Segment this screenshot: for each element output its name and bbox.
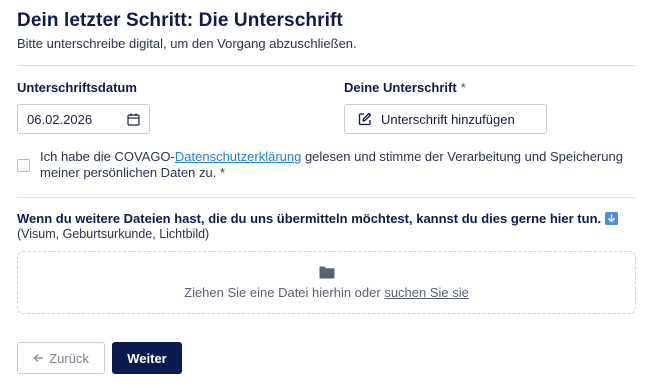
consent-text: Ich habe die COVAGO-Datenschutzerklärung… <box>40 149 642 181</box>
page-subtitle: Bitte unterschreibe digital, um den Vorg… <box>17 36 357 51</box>
folder-icon <box>319 266 335 279</box>
upload-heading: Wenn du weitere Dateien hast, die du uns… <box>17 211 619 226</box>
add-signature-button[interactable]: Unterschrift hinzufügen <box>344 104 547 134</box>
dropzone-instruction: Ziehen Sie eine Datei hierhin oder <box>184 284 385 300</box>
browse-files-link[interactable]: suchen Sie sie <box>384 285 469 300</box>
add-signature-label: Unterschrift hinzufügen <box>381 111 515 127</box>
signature-label-text: Deine Unterschrift <box>344 80 457 95</box>
required-star: * <box>460 80 466 95</box>
edit-icon <box>358 112 372 126</box>
arrow-left-icon <box>33 351 44 366</box>
divider-middle <box>17 197 635 198</box>
date-input[interactable]: 06.02.2026 <box>17 104 150 134</box>
date-field-label: Unterschriftsdatum <box>17 80 137 95</box>
date-input-value: 06.02.2026 <box>27 111 93 127</box>
upload-heading-text: Wenn du weitere Dateien hast, die du uns… <box>17 211 602 226</box>
consent-row: Ich habe die COVAGO-Datenschutzerklärung… <box>17 149 642 181</box>
upload-hint: (Visum, Geburtsurkunde, Lichtbild) <box>17 227 210 241</box>
privacy-policy-link[interactable]: Datenschutzerklärung <box>175 149 301 164</box>
back-button[interactable]: Zurück <box>17 342 105 374</box>
signature-field-label: Deine Unterschrift * <box>344 80 466 95</box>
consent-checkbox[interactable] <box>17 159 30 172</box>
page-title: Dein letzter Schritt: Die Unterschrift <box>17 10 343 31</box>
file-dropzone[interactable]: Ziehen Sie eine Datei hierhin oder suche… <box>17 251 636 314</box>
consent-required-star: * <box>216 165 225 180</box>
calendar-icon[interactable] <box>127 113 140 126</box>
dropzone-text: Ziehen Sie eine Datei hierhin oder suche… <box>184 285 469 300</box>
down-arrow-icon <box>605 212 619 225</box>
next-button[interactable]: Weiter <box>112 342 182 374</box>
back-button-label: Zurück <box>49 350 89 366</box>
consent-text-before: Ich habe die COVAGO- <box>40 149 175 164</box>
divider-top <box>17 65 635 66</box>
